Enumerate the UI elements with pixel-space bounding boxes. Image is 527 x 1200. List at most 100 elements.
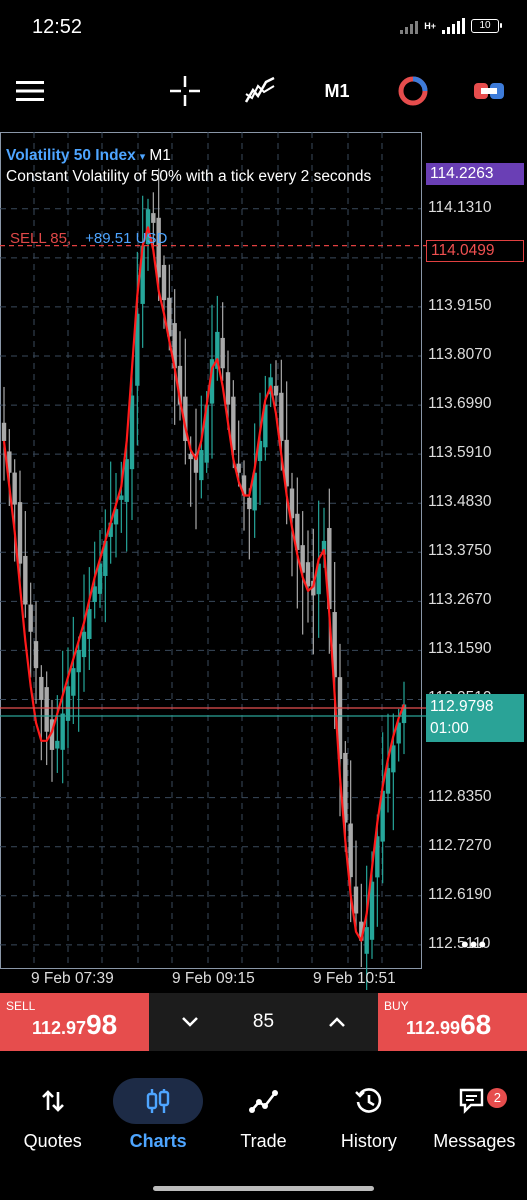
position-profit: +89.51 USD bbox=[85, 230, 168, 247]
candle-body bbox=[225, 372, 231, 405]
charts-icon bbox=[113, 1078, 204, 1124]
bottom-navigation: Quotes Charts Trade History 2 Messages bbox=[0, 1072, 527, 1162]
one-click-trade-bar: SELL 112.9798 85 BUY 112.9968 bbox=[0, 993, 527, 1051]
position-side: SELL 85, bbox=[10, 230, 72, 247]
increase-volume-button[interactable] bbox=[317, 1002, 357, 1042]
chart-toolbar: M1 bbox=[0, 60, 527, 124]
candle-body bbox=[92, 586, 97, 603]
symbol-name[interactable]: Volatility 50 Index bbox=[6, 147, 136, 165]
price-scale-label: 112.7270 bbox=[428, 836, 492, 854]
timeframe-button[interactable]: M1 bbox=[315, 74, 359, 108]
high-price-tag: 114.2263 bbox=[426, 163, 524, 185]
price-scale-label: 112.6190 bbox=[428, 885, 492, 903]
home-indicator[interactable] bbox=[153, 1186, 374, 1191]
candle-body bbox=[151, 213, 156, 223]
candle-body bbox=[33, 641, 39, 669]
candle-body bbox=[39, 676, 44, 700]
buy-label: BUY bbox=[384, 999, 409, 1013]
price-scale-label: 113.2670 bbox=[428, 591, 492, 609]
candle-body bbox=[23, 555, 28, 605]
candle-body bbox=[220, 337, 225, 369]
candle-body bbox=[279, 392, 284, 441]
buy-button[interactable]: BUY 112.9968 bbox=[378, 993, 527, 1051]
candle-body bbox=[1, 422, 7, 441]
candle-body bbox=[81, 631, 87, 658]
crosshair-icon[interactable] bbox=[168, 74, 202, 108]
indicators-icon[interactable] bbox=[242, 74, 278, 108]
messages-badge: 2 bbox=[487, 1088, 508, 1108]
candle-body bbox=[161, 264, 167, 301]
status-time: 12:52 bbox=[32, 16, 83, 38]
time-axis-label: 9 Feb 07:39 bbox=[31, 970, 114, 987]
quantity-panel: 85 bbox=[149, 993, 378, 1051]
candle-body bbox=[129, 395, 135, 470]
candle-body bbox=[199, 450, 204, 481]
moving-average-line bbox=[2, 226, 406, 942]
nav-trade-label: Trade bbox=[240, 1131, 287, 1151]
symbol-timeframe: M1 bbox=[149, 147, 171, 164]
candle-body bbox=[391, 745, 396, 773]
status-icons: H+ 10 bbox=[400, 18, 502, 34]
quotes-icon bbox=[8, 1078, 98, 1124]
price-scale-label: 113.9150 bbox=[428, 296, 492, 314]
nav-history-label: History bbox=[340, 1131, 397, 1151]
time-axis-label: 9 Feb 10:51 bbox=[313, 970, 396, 987]
candle-body bbox=[87, 609, 92, 639]
decrease-volume-button[interactable] bbox=[170, 1002, 210, 1042]
time-axis-label: 9 Feb 09:15 bbox=[172, 970, 255, 987]
candle-body bbox=[119, 495, 124, 500]
more-options-icon[interactable]: ••• bbox=[461, 932, 487, 958]
candle-body bbox=[364, 927, 369, 954]
bid-price: 112.9798 bbox=[430, 698, 494, 715]
signal-icon bbox=[400, 18, 419, 34]
chart-area[interactable]: Volatility 50 Index ▾ M1 Constant Volati… bbox=[0, 132, 527, 990]
candle-body bbox=[124, 459, 129, 502]
candle-body bbox=[273, 385, 279, 396]
network-type: H+ bbox=[424, 21, 436, 31]
candle-body bbox=[247, 497, 252, 510]
nav-charts-label: Charts bbox=[129, 1131, 187, 1151]
position-label[interactable]: SELL 85, +89.51 USD bbox=[10, 230, 167, 247]
price-scale-label: 114.1310 bbox=[428, 198, 492, 216]
objects-icon[interactable] bbox=[396, 74, 430, 108]
nav-charts[interactable]: Charts bbox=[105, 1072, 210, 1162]
trade-icon bbox=[219, 1078, 309, 1124]
sell-label: SELL bbox=[6, 999, 36, 1013]
price-scale-label: 112.8350 bbox=[428, 787, 492, 805]
price-scale-label: 113.6990 bbox=[428, 395, 492, 413]
battery-icon: 10 bbox=[471, 19, 502, 33]
messages-icon: 2 bbox=[429, 1078, 519, 1124]
price-scale-label: 113.8070 bbox=[428, 345, 492, 363]
symbol-dropdown-icon[interactable]: ▾ bbox=[140, 150, 146, 163]
candle-body bbox=[44, 687, 49, 732]
status-bar: 12:52 H+ 10 bbox=[0, 0, 527, 60]
nav-quotes[interactable]: Quotes bbox=[0, 1072, 105, 1162]
volume-value[interactable]: 85 bbox=[253, 1011, 274, 1033]
candle-body bbox=[17, 502, 23, 564]
chevron-up-icon bbox=[328, 1017, 345, 1027]
chart-type-icon[interactable] bbox=[472, 74, 506, 108]
sell-price: 112.9798 bbox=[32, 1009, 118, 1040]
candle-body bbox=[55, 740, 60, 749]
price-scale-label: 113.3750 bbox=[428, 542, 492, 560]
nav-quotes-label: Quotes bbox=[23, 1131, 82, 1151]
candle-body bbox=[156, 217, 161, 278]
price-scale-label: 113.4830 bbox=[428, 493, 492, 511]
price-scale-label: 113.5910 bbox=[428, 444, 492, 462]
buy-price: 112.9968 bbox=[406, 1009, 492, 1040]
candle-body bbox=[353, 886, 359, 914]
candle-body bbox=[28, 604, 33, 632]
chevron-down-icon bbox=[182, 1017, 199, 1027]
candle-body bbox=[305, 562, 311, 587]
nav-messages-label: Messages bbox=[433, 1131, 516, 1151]
hamburger-menu-icon[interactable] bbox=[14, 74, 46, 108]
nav-history[interactable]: History bbox=[316, 1072, 421, 1162]
nav-messages[interactable]: 2 Messages bbox=[422, 1072, 527, 1162]
candle-body bbox=[60, 713, 65, 750]
history-icon bbox=[324, 1078, 414, 1124]
bar-countdown: 01:00 bbox=[430, 720, 469, 737]
candle-body bbox=[76, 649, 81, 673]
bid-price-tag: 112.9798 01:00 bbox=[426, 694, 524, 742]
sell-button[interactable]: SELL 112.9798 bbox=[0, 993, 149, 1051]
nav-trade[interactable]: Trade bbox=[211, 1072, 316, 1162]
